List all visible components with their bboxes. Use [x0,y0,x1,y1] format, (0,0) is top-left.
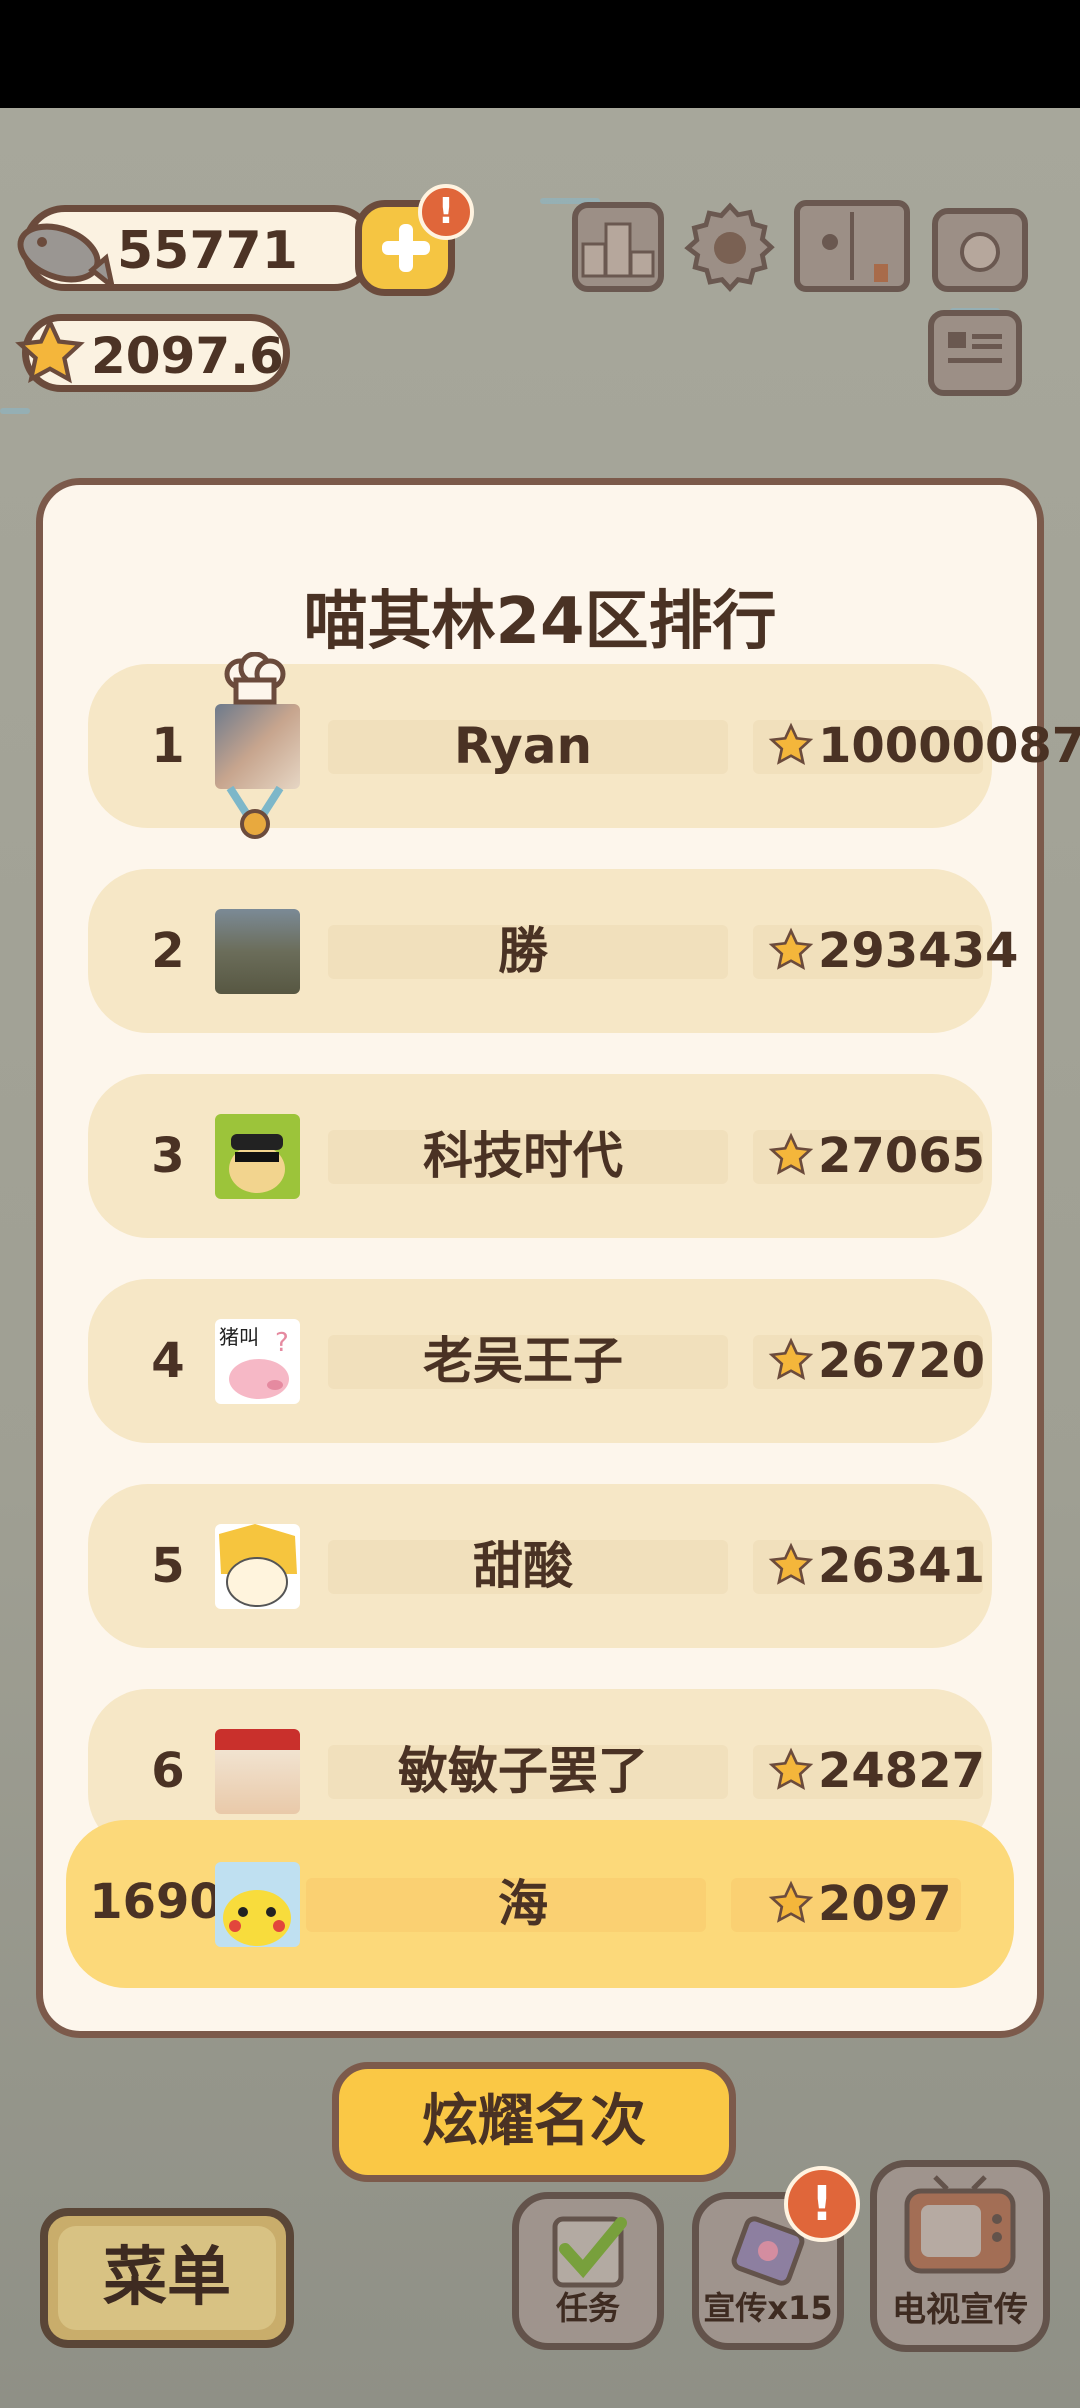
plus-alert-badge: ! [418,184,474,240]
star-icon [768,1747,814,1791]
leaderboard-row[interactable]: 2 勝 293434 [88,869,1018,1033]
star-icon [768,1132,814,1176]
my-score: 2097 [818,1876,952,1932]
camera-icon [960,232,1000,272]
settings-gear-icon[interactable] [682,200,778,296]
tv-promote-button[interactable]: 电视宣传 [870,2160,1050,2352]
status-bar [0,0,1080,108]
avatar-text: 猪叫 [219,1325,259,1349]
fish-count: 55771 [117,221,298,281]
show-rank-button[interactable]: 炫耀名次 [332,2062,736,2182]
newspaper-button[interactable] [928,310,1022,396]
player-score: 10000087 [818,718,1080,774]
star-count: 2097.6 [91,327,284,385]
leaderboard-row[interactable]: 3 科技时代 27065 [88,1074,992,1238]
camera-button[interactable] [932,208,1028,292]
star-icon [768,1880,814,1924]
player-name: 勝 [498,922,548,980]
menu-button[interactable]: 菜单 [40,2208,294,2348]
my-rank-row[interactable]: 1690 海 2097 [66,1820,1014,1988]
player-name: 科技时代 [423,1127,623,1185]
promote-alert-badge: ! [784,2166,860,2242]
medal-icon [226,786,284,839]
tasks-label: 任务 [555,2289,620,2327]
leaderboard-title: 喵其林24区排行 [303,585,777,659]
menu-label: 菜单 [58,2226,276,2330]
tv-icon [904,2175,1016,2274]
svg-text:?: ? [275,1328,289,1358]
star-icon [768,1542,814,1586]
ranking-icon [581,222,655,278]
chef-hat-icon [224,652,286,705]
leaderboard-row[interactable]: 5 甜酸 26341 [88,1484,992,1648]
player-name: 老吴王子 [423,1332,623,1390]
player-score: 293434 [818,923,1019,979]
leaderboard-row[interactable]: 4 猪叫 ? 老吴王子 26720 [88,1279,992,1443]
tv-promote-label: 电视宣传 [892,2290,1028,2330]
star-icon [768,1337,814,1381]
my-name: 海 [498,1875,548,1933]
promote-label: 宣传x15 [703,2289,833,2327]
fish-icon [17,223,114,291]
player-score: 26341 [818,1538,985,1594]
recipe-book-icon [822,212,888,282]
star-icon [768,722,814,766]
player-score: 26720 [818,1333,985,1389]
player-name: 甜酸 [473,1537,573,1595]
star-icon [768,927,814,971]
tasks-button[interactable]: 任务 [512,2192,664,2350]
player-score: 27065 [818,1128,985,1184]
newspaper-icon [948,332,1002,363]
ranking-button[interactable] [572,202,664,292]
star-icon [15,316,85,384]
player-name: Ryan [453,717,593,775]
recipe-book-button[interactable] [794,200,910,292]
